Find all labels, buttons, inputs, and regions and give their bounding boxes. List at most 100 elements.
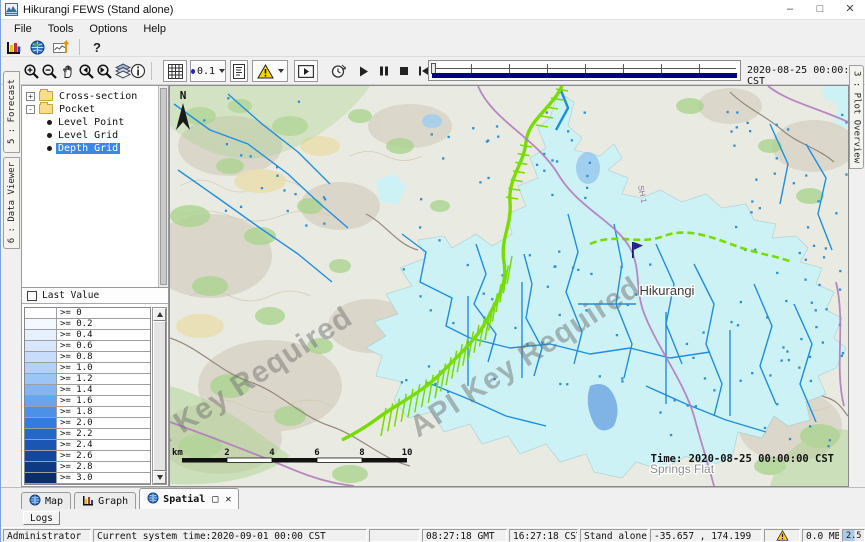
menu-tools[interactable]: Tools	[41, 22, 81, 36]
right-tab-strip: 3 : Plot Overview	[849, 85, 865, 487]
animation-button[interactable]	[294, 60, 318, 82]
town-label: Hikurangi	[640, 283, 695, 298]
scroll-down-button[interactable]	[153, 471, 166, 484]
legend-row: >= 0.6	[25, 341, 150, 352]
folder-icon	[39, 104, 53, 114]
tab-label: Spatial	[163, 494, 205, 505]
legend-class-label: >= 3.2	[57, 484, 150, 485]
tree-item-cross-section[interactable]: +Cross-section	[22, 90, 168, 102]
zoom-next-button[interactable]	[94, 61, 114, 81]
menu-help[interactable]: Help	[136, 22, 173, 36]
legend-color-swatch	[25, 451, 57, 461]
classbreaks-value: 0.1	[197, 66, 215, 77]
help-button[interactable]: ?	[87, 38, 107, 56]
legend-class-label: >= 2.4	[57, 440, 150, 450]
tab-plot-overview[interactable]: 3 : Plot Overview	[849, 65, 864, 169]
collapse-icon[interactable]: -	[26, 105, 35, 114]
legend-row: >= 0	[25, 308, 150, 319]
menu-file[interactable]: File	[7, 22, 39, 36]
legend-scrollbar[interactable]	[152, 307, 167, 485]
time-settings-button[interactable]	[328, 61, 348, 81]
legend-row: >= 3.2	[25, 484, 150, 485]
arrow-up-icon	[157, 312, 163, 317]
pan-button[interactable]	[58, 61, 78, 81]
tree-scroll-thumb[interactable]	[160, 88, 167, 285]
profile-display-button[interactable]	[51, 38, 71, 56]
tree-scrollbar[interactable]	[158, 86, 168, 287]
tree-item-label: Level Grid	[56, 130, 120, 141]
pause-button[interactable]	[374, 61, 394, 81]
view-tab-bar: MapGraph Spatial □ ✕	[1, 487, 865, 509]
svg-text:N: N	[180, 89, 187, 102]
tree-item-pocket[interactable]: -Pocket	[22, 103, 168, 115]
info-button[interactable]	[128, 61, 148, 81]
time-slider[interactable]	[428, 60, 741, 81]
zoom-out-button[interactable]	[39, 61, 59, 81]
warning-dropdown[interactable]	[252, 60, 288, 82]
tab-close-button[interactable]: ✕	[225, 494, 231, 505]
svg-text:2: 2	[224, 448, 229, 458]
stop-icon	[398, 65, 410, 77]
legend-class-label: >= 2.6	[57, 451, 150, 461]
zoom-previous-button[interactable]	[76, 61, 96, 81]
data-display-button[interactable]	[4, 38, 24, 56]
legend-color-swatch	[25, 308, 57, 318]
labels-toggle-button[interactable]	[230, 60, 248, 82]
tab-data-viewer[interactable]: 6 : Data Viewer	[3, 157, 20, 249]
map-viewport[interactable]: API Key Required API Key Required Hikura…	[169, 85, 849, 487]
legend-row: >= 2.2	[25, 429, 150, 440]
scroll-up-button[interactable]	[153, 308, 166, 321]
maximize-button[interactable]: □	[805, 0, 835, 19]
expand-icon[interactable]: +	[26, 92, 35, 101]
clock-icon	[330, 63, 347, 80]
legend-row: >= 0.8	[25, 352, 150, 363]
tab-map[interactable]: Map	[21, 492, 71, 509]
menu-options[interactable]: Options	[82, 22, 134, 36]
tab-graph[interactable]: Graph	[74, 492, 136, 509]
last-value-label: Last Value	[42, 290, 99, 301]
timeline-span-bar	[432, 73, 737, 78]
logs-button[interactable]: Logs	[23, 511, 60, 525]
menu-bar: FileToolsOptionsHelp	[1, 20, 865, 37]
tree-item-level-grid[interactable]: Level Grid	[22, 129, 168, 141]
legend-class-label: >= 2.8	[57, 462, 150, 472]
classbreaks-dropdown[interactable]: 0.1	[190, 60, 226, 82]
svg-text:km: km	[172, 448, 183, 458]
status-warning-cell[interactable]	[764, 529, 800, 542]
legend-color-swatch	[25, 341, 57, 351]
status-download-rate: 0.0 MB/s	[802, 529, 840, 542]
filter-tree: +Cross-section-Pocket Level Point Level Gr…	[21, 85, 169, 288]
legend-scroll-thumb[interactable]	[153, 321, 166, 471]
legend-row: >= 2.6	[25, 451, 150, 462]
zoom-in-button[interactable]	[21, 61, 41, 81]
legend-class-label: >= 0.2	[57, 319, 150, 329]
legend-class-label: >= 1.4	[57, 385, 150, 395]
timeline-tick	[623, 64, 624, 73]
play-icon	[357, 65, 370, 78]
minimize-button[interactable]: –	[775, 0, 805, 19]
last-value-checkbox[interactable]	[27, 291, 37, 301]
tab-spatial[interactable]: Spatial □ ✕	[139, 488, 239, 509]
legend-color-swatch	[25, 330, 57, 340]
grid-toggle-button[interactable]	[163, 60, 187, 82]
stop-button[interactable]	[394, 61, 414, 81]
grid-icon	[168, 64, 183, 79]
legend-panel: Last Value >= 0>= 0.2>= 0.4>= 0.6>= 0.8>…	[21, 288, 169, 487]
status-coordinates: -35.657 , 174.199	[650, 529, 762, 542]
warning-icon	[776, 530, 789, 541]
tree-item-depth-grid[interactable]: Depth Grid	[22, 142, 168, 154]
tree-item-level-point[interactable]: Level Point	[22, 116, 168, 128]
svg-text:10: 10	[402, 448, 413, 458]
legend-color-swatch	[25, 407, 57, 417]
tree-item-label: Level Point	[56, 117, 126, 128]
tab-forecast[interactable]: 5 : Forecast	[3, 71, 20, 153]
zoom-next-icon	[96, 63, 113, 80]
timeline-tick	[509, 64, 510, 73]
legend-class-label: >= 2.0	[57, 418, 150, 428]
legend-color-swatch	[25, 473, 57, 483]
close-button[interactable]: ✕	[835, 0, 865, 19]
play-button[interactable]	[353, 61, 373, 81]
legend-color-swatch	[25, 319, 57, 329]
tab-maximize-button[interactable]: □	[212, 494, 218, 505]
map-display-button[interactable]	[27, 38, 47, 56]
